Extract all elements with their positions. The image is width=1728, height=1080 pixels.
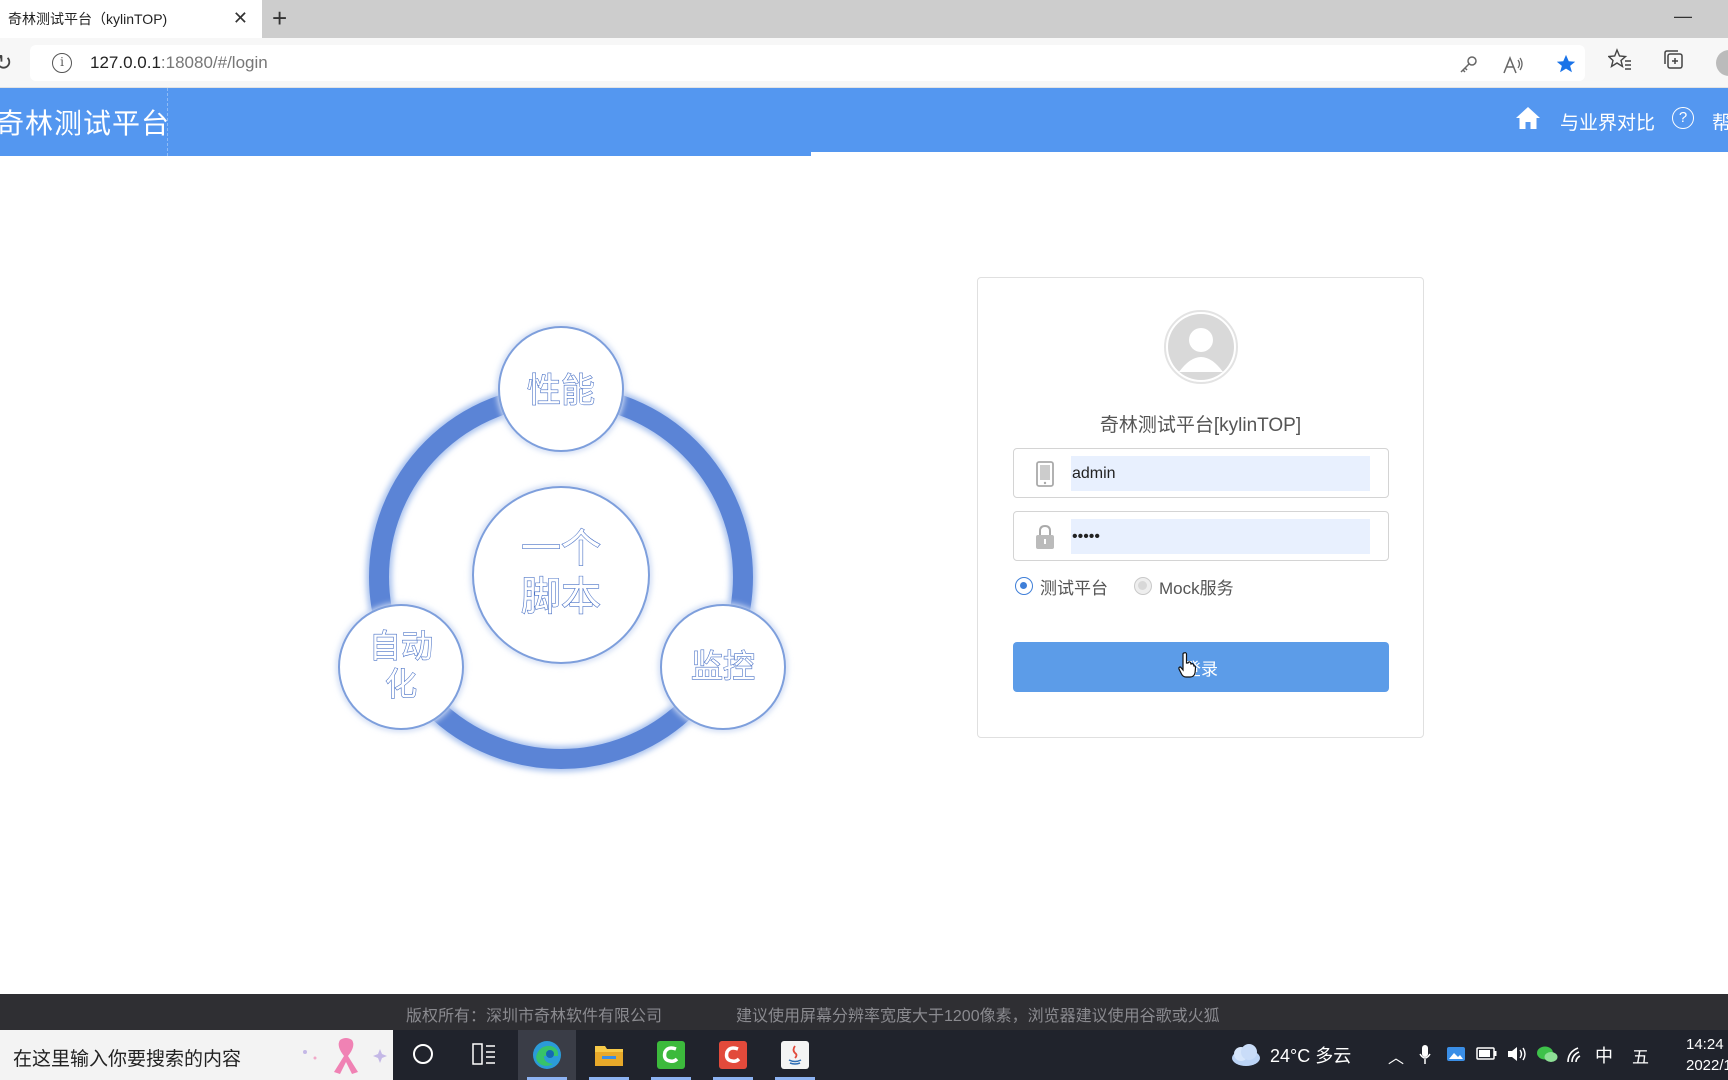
- wechat-icon[interactable]: [1536, 1044, 1558, 1064]
- page-footer: 版权所有：深圳市奇林软件有限公司 建议使用屏幕分辨率宽度大于1200像素，浏览器…: [0, 994, 1728, 1030]
- new-tab-button[interactable]: +: [272, 4, 287, 32]
- edge-icon: [533, 1041, 561, 1069]
- battery-icon[interactable]: [1476, 1044, 1498, 1062]
- center-label-line1: 一个: [521, 526, 601, 572]
- header-progress-strip: [0, 152, 811, 156]
- browser-tab[interactable]: 奇林测试平台（kylinTOP) ✕: [0, 0, 262, 38]
- taskbar-clock[interactable]: 14:24 2022/10: [1686, 1034, 1728, 1076]
- radio-unchecked-icon[interactable]: [1134, 577, 1152, 595]
- show-hidden-icons-icon[interactable]: ︿: [1388, 1044, 1404, 1068]
- clock-date: 2022/10: [1686, 1057, 1728, 1074]
- task-view-icon[interactable]: [472, 1043, 496, 1065]
- url-text[interactable]: 127.0.0.1:18080/#/login: [90, 53, 268, 73]
- favorites-icon[interactable]: [1608, 48, 1632, 70]
- camtasia-icon: [657, 1041, 685, 1069]
- taskbar-search[interactable]: 在这里输入你要搜索的内容: [0, 1030, 393, 1080]
- tab-title: 奇林测试平台（kylinTOP): [8, 11, 168, 27]
- taskbar-camtasia[interactable]: [642, 1030, 700, 1080]
- home-icon[interactable]: [1514, 104, 1542, 132]
- browser-tabbar: 奇林测试平台（kylinTOP) ✕ + —: [0, 0, 1728, 38]
- clock-time: 14:24: [1686, 1036, 1724, 1053]
- mobile-icon: [1036, 461, 1054, 487]
- feature-diagram-graphic: 一个 脚本 性能 自动 化 监控: [336, 324, 788, 772]
- tab-close-icon[interactable]: ✕: [233, 9, 248, 27]
- feature-diagram: 一个 脚本 性能 自动 化 监控: [330, 320, 800, 780]
- center-label-line2: 脚本: [521, 574, 601, 620]
- footer-copyright: 版权所有：深圳市奇林软件有限公司: [406, 1008, 663, 1025]
- compare-link[interactable]: 与业界对比: [1560, 108, 1655, 135]
- avatar: [1164, 310, 1238, 384]
- collections-icon[interactable]: [1662, 48, 1686, 72]
- user-avatar-icon: [1168, 314, 1234, 380]
- ribbon-icon: [303, 1038, 387, 1074]
- reload-icon[interactable]: ↻: [0, 50, 12, 76]
- java-icon: [781, 1041, 809, 1069]
- service-radio-group: 测试平台 Mock服务: [1015, 574, 1260, 598]
- radio-checked-icon[interactable]: [1015, 577, 1033, 595]
- taskbar-java[interactable]: [766, 1030, 824, 1080]
- favorite-star-icon[interactable]: [1555, 53, 1577, 75]
- username-field[interactable]: [1013, 448, 1389, 498]
- wifi-icon[interactable]: [1566, 1044, 1586, 1064]
- folder-icon: [595, 1046, 623, 1066]
- window-minimize-button[interactable]: —: [1674, 6, 1692, 27]
- taskbar-recorder[interactable]: [704, 1030, 762, 1080]
- volume-icon[interactable]: [1506, 1044, 1528, 1064]
- read-aloud-icon[interactable]: [1502, 55, 1524, 75]
- hand-cursor-icon: [1178, 652, 1196, 678]
- photos-tray-icon[interactable]: [1446, 1044, 1466, 1064]
- radio-test-platform[interactable]: 测试平台: [1015, 574, 1108, 599]
- login-button[interactable]: 登录: [1013, 642, 1389, 692]
- lock-icon: [1036, 524, 1054, 549]
- footer-tip: 建议使用屏幕分辨率宽度大于1200像素，浏览器建议使用谷歌或火狐: [736, 1008, 1220, 1025]
- app-brand[interactable]: 奇林测试平台: [0, 102, 170, 142]
- username-input[interactable]: [1071, 456, 1370, 491]
- login-title: 奇林测试平台[kylinTOP]: [1099, 415, 1302, 436]
- brand-divider: [167, 88, 168, 156]
- os-taskbar: 在这里输入你要搜索的内容 24°C 多云 ︿ 中 五 14:24 2022/1: [0, 1030, 1728, 1080]
- cortana-icon[interactable]: [413, 1044, 433, 1064]
- browser-toolbar: ↻ i 127.0.0.1:18080/#/login: [0, 38, 1728, 88]
- address-bar[interactable]: i 127.0.0.1:18080/#/login: [30, 45, 1585, 81]
- recorder-icon: [719, 1041, 747, 1069]
- radio-test-platform-label: 测试平台: [1040, 578, 1108, 598]
- left-label-line1: 自动: [369, 627, 433, 665]
- weather-cloud-icon[interactable]: [1228, 1042, 1262, 1068]
- login-card: 奇林测试平台[kylinTOP] 测试平台 Mock服务 登录: [977, 277, 1424, 738]
- radio-mock-service-label: Mock服务: [1159, 578, 1234, 598]
- password-input[interactable]: [1071, 519, 1370, 554]
- ime-language-indicator[interactable]: 中: [1595, 1042, 1613, 1068]
- help-icon[interactable]: ?: [1672, 107, 1694, 129]
- profile-avatar[interactable]: [1716, 50, 1728, 76]
- taskbar-search-input[interactable]: 在这里输入你要搜索的内容: [13, 1044, 241, 1071]
- left-label-line2: 化: [385, 665, 417, 703]
- help-link[interactable]: 帮: [1712, 108, 1728, 135]
- key-icon[interactable]: [1458, 55, 1478, 75]
- password-field[interactable]: [1013, 511, 1389, 561]
- radio-mock-service[interactable]: Mock服务: [1134, 574, 1234, 599]
- right-label: 监控: [691, 647, 755, 685]
- taskbar-edge[interactable]: [518, 1030, 576, 1080]
- ime-mode-indicator[interactable]: 五: [1632, 1043, 1649, 1068]
- taskbar-file-explorer[interactable]: [580, 1030, 638, 1080]
- site-info-icon[interactable]: i: [52, 53, 72, 73]
- microphone-icon[interactable]: [1418, 1044, 1432, 1066]
- weather-text[interactable]: 24°C 多云: [1270, 1042, 1351, 1068]
- top-label: 性能: [527, 371, 595, 411]
- app-header: 奇林测试平台 与业界对比 ? 帮: [0, 88, 1728, 156]
